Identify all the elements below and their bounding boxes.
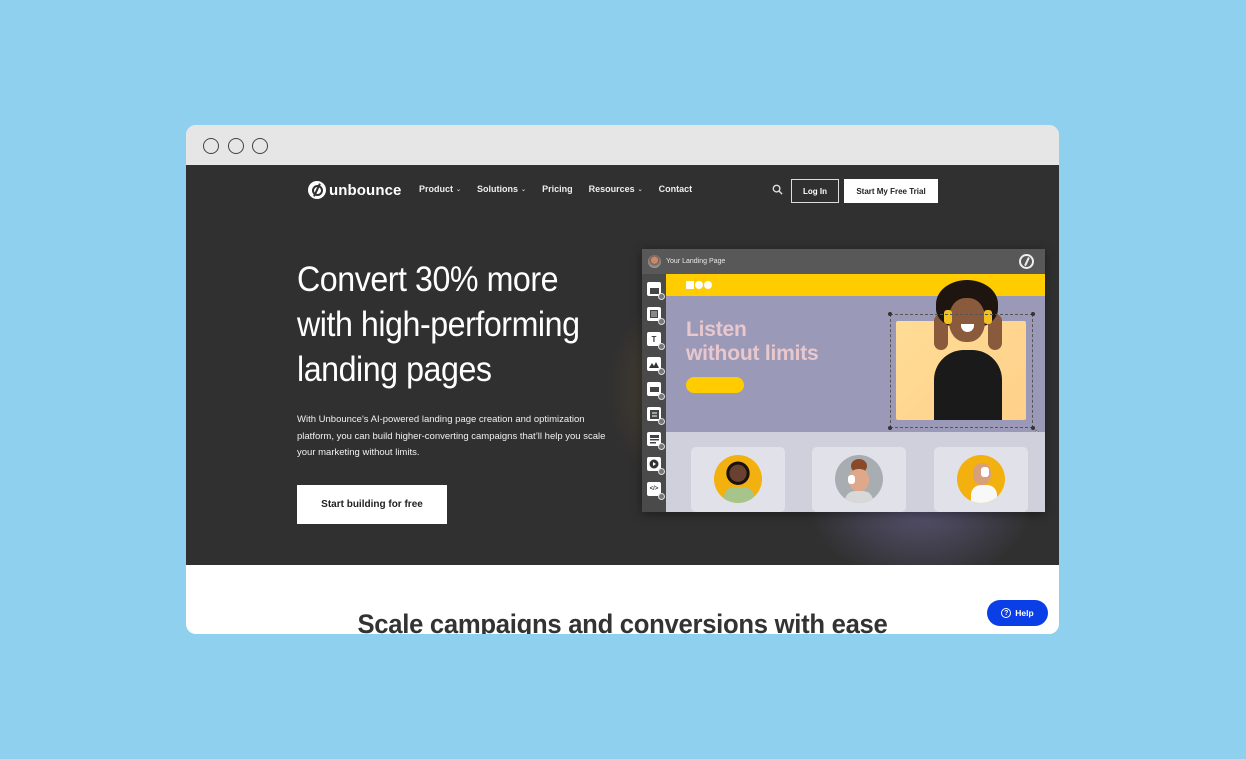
profile-card	[812, 447, 906, 512]
headline-line: Convert 30% more	[297, 260, 559, 299]
start-building-button[interactable]: Start building for free	[297, 485, 447, 524]
video-icon	[647, 457, 665, 475]
search-icon[interactable]	[772, 184, 783, 195]
hero-headline: Convert 30% more with high-performing la…	[297, 257, 610, 392]
avatar	[835, 455, 883, 503]
brand-logo-icon	[686, 281, 712, 289]
section-title: Scale campaigns and conversions with eas…	[357, 609, 888, 634]
canvas-headline-line: without limits	[686, 342, 819, 365]
chevron-down-icon: ⌄	[637, 186, 643, 193]
builder-title: Your Landing Page	[666, 258, 726, 265]
headline-line: landing pages	[297, 350, 492, 389]
logo-text: unbounce	[329, 181, 402, 199]
canvas-button-placeholder	[686, 377, 744, 393]
resize-handle[interactable]	[888, 312, 892, 316]
list-icon	[647, 432, 665, 450]
avatar	[957, 455, 1005, 503]
hero-subcopy: With Unbounce's AI-powered landing page …	[297, 414, 606, 459]
canvas-cards-area	[666, 432, 1045, 512]
help-icon: ?	[1001, 608, 1012, 618]
chevron-down-icon: ⌄	[521, 186, 527, 193]
box-icon	[647, 307, 665, 325]
avatar	[648, 255, 661, 268]
code-icon: </>	[647, 482, 665, 500]
section-icon	[647, 282, 665, 300]
nav-link-solutions[interactable]: Solutions ⌄	[477, 184, 526, 194]
nav-link-contact[interactable]: Contact	[659, 184, 693, 194]
help-button[interactable]: ? Help	[987, 600, 1048, 626]
top-nav: unbounce Product ⌄ Solutions ⌄ Pricing Res…	[186, 179, 1059, 203]
nav-link-label: Solutions	[477, 184, 519, 194]
selection-box[interactable]	[888, 312, 1035, 430]
unbounce-logo-icon	[1019, 254, 1034, 269]
hero-section: unbounce Product ⌄ Solutions ⌄ Pricing Res…	[186, 165, 1059, 565]
start-free-trial-button[interactable]: Start My Free Trial	[844, 179, 938, 203]
chevron-down-icon: ⌄	[456, 186, 462, 193]
browser-chrome	[186, 125, 1059, 165]
login-button[interactable]: Log In	[791, 179, 839, 203]
button-icon	[647, 382, 665, 400]
profile-card	[934, 447, 1028, 512]
builder-toolbar: T </>	[642, 274, 666, 512]
nav-link-label: Contact	[658, 184, 693, 194]
canvas-headline-line: Listen	[686, 318, 747, 341]
resize-handle[interactable]	[888, 426, 892, 430]
nav-link-label: Pricing	[542, 184, 573, 194]
canvas-headline: Listen without limits	[686, 318, 819, 366]
help-label: Help	[1015, 608, 1034, 618]
builder-mockup: Your Landing Page T </> Listen without l…	[642, 249, 1045, 512]
unbounce-logo-icon	[308, 181, 326, 199]
nav-link-label: Product	[419, 184, 454, 194]
resize-handle[interactable]	[1031, 312, 1035, 316]
nav-link-product[interactable]: Product ⌄	[419, 184, 461, 194]
window-maximize-button[interactable]	[252, 138, 268, 154]
nav-link-resources[interactable]: Resources ⌄	[589, 184, 643, 194]
unbounce-logo[interactable]: unbounce	[308, 181, 401, 199]
profile-card	[691, 447, 785, 512]
browser-window: unbounce Product ⌄ Solutions ⌄ Pricing Res…	[186, 125, 1059, 634]
text-icon: T	[647, 332, 665, 350]
window-close-button[interactable]	[203, 138, 219, 154]
builder-canvas: Listen without limits	[666, 274, 1045, 512]
form-icon	[647, 407, 665, 425]
window-minimize-button[interactable]	[228, 138, 244, 154]
builder-topbar: Your Landing Page	[642, 249, 1045, 274]
nav-links: Product ⌄ Solutions ⌄ Pricing Resources ⌄ C…	[419, 184, 708, 194]
nav-link-label: Resources	[588, 184, 635, 194]
nav-link-pricing[interactable]: Pricing	[542, 184, 573, 194]
image-icon	[647, 357, 665, 375]
headline-line: with high-performing	[297, 305, 580, 344]
avatar	[714, 455, 762, 503]
